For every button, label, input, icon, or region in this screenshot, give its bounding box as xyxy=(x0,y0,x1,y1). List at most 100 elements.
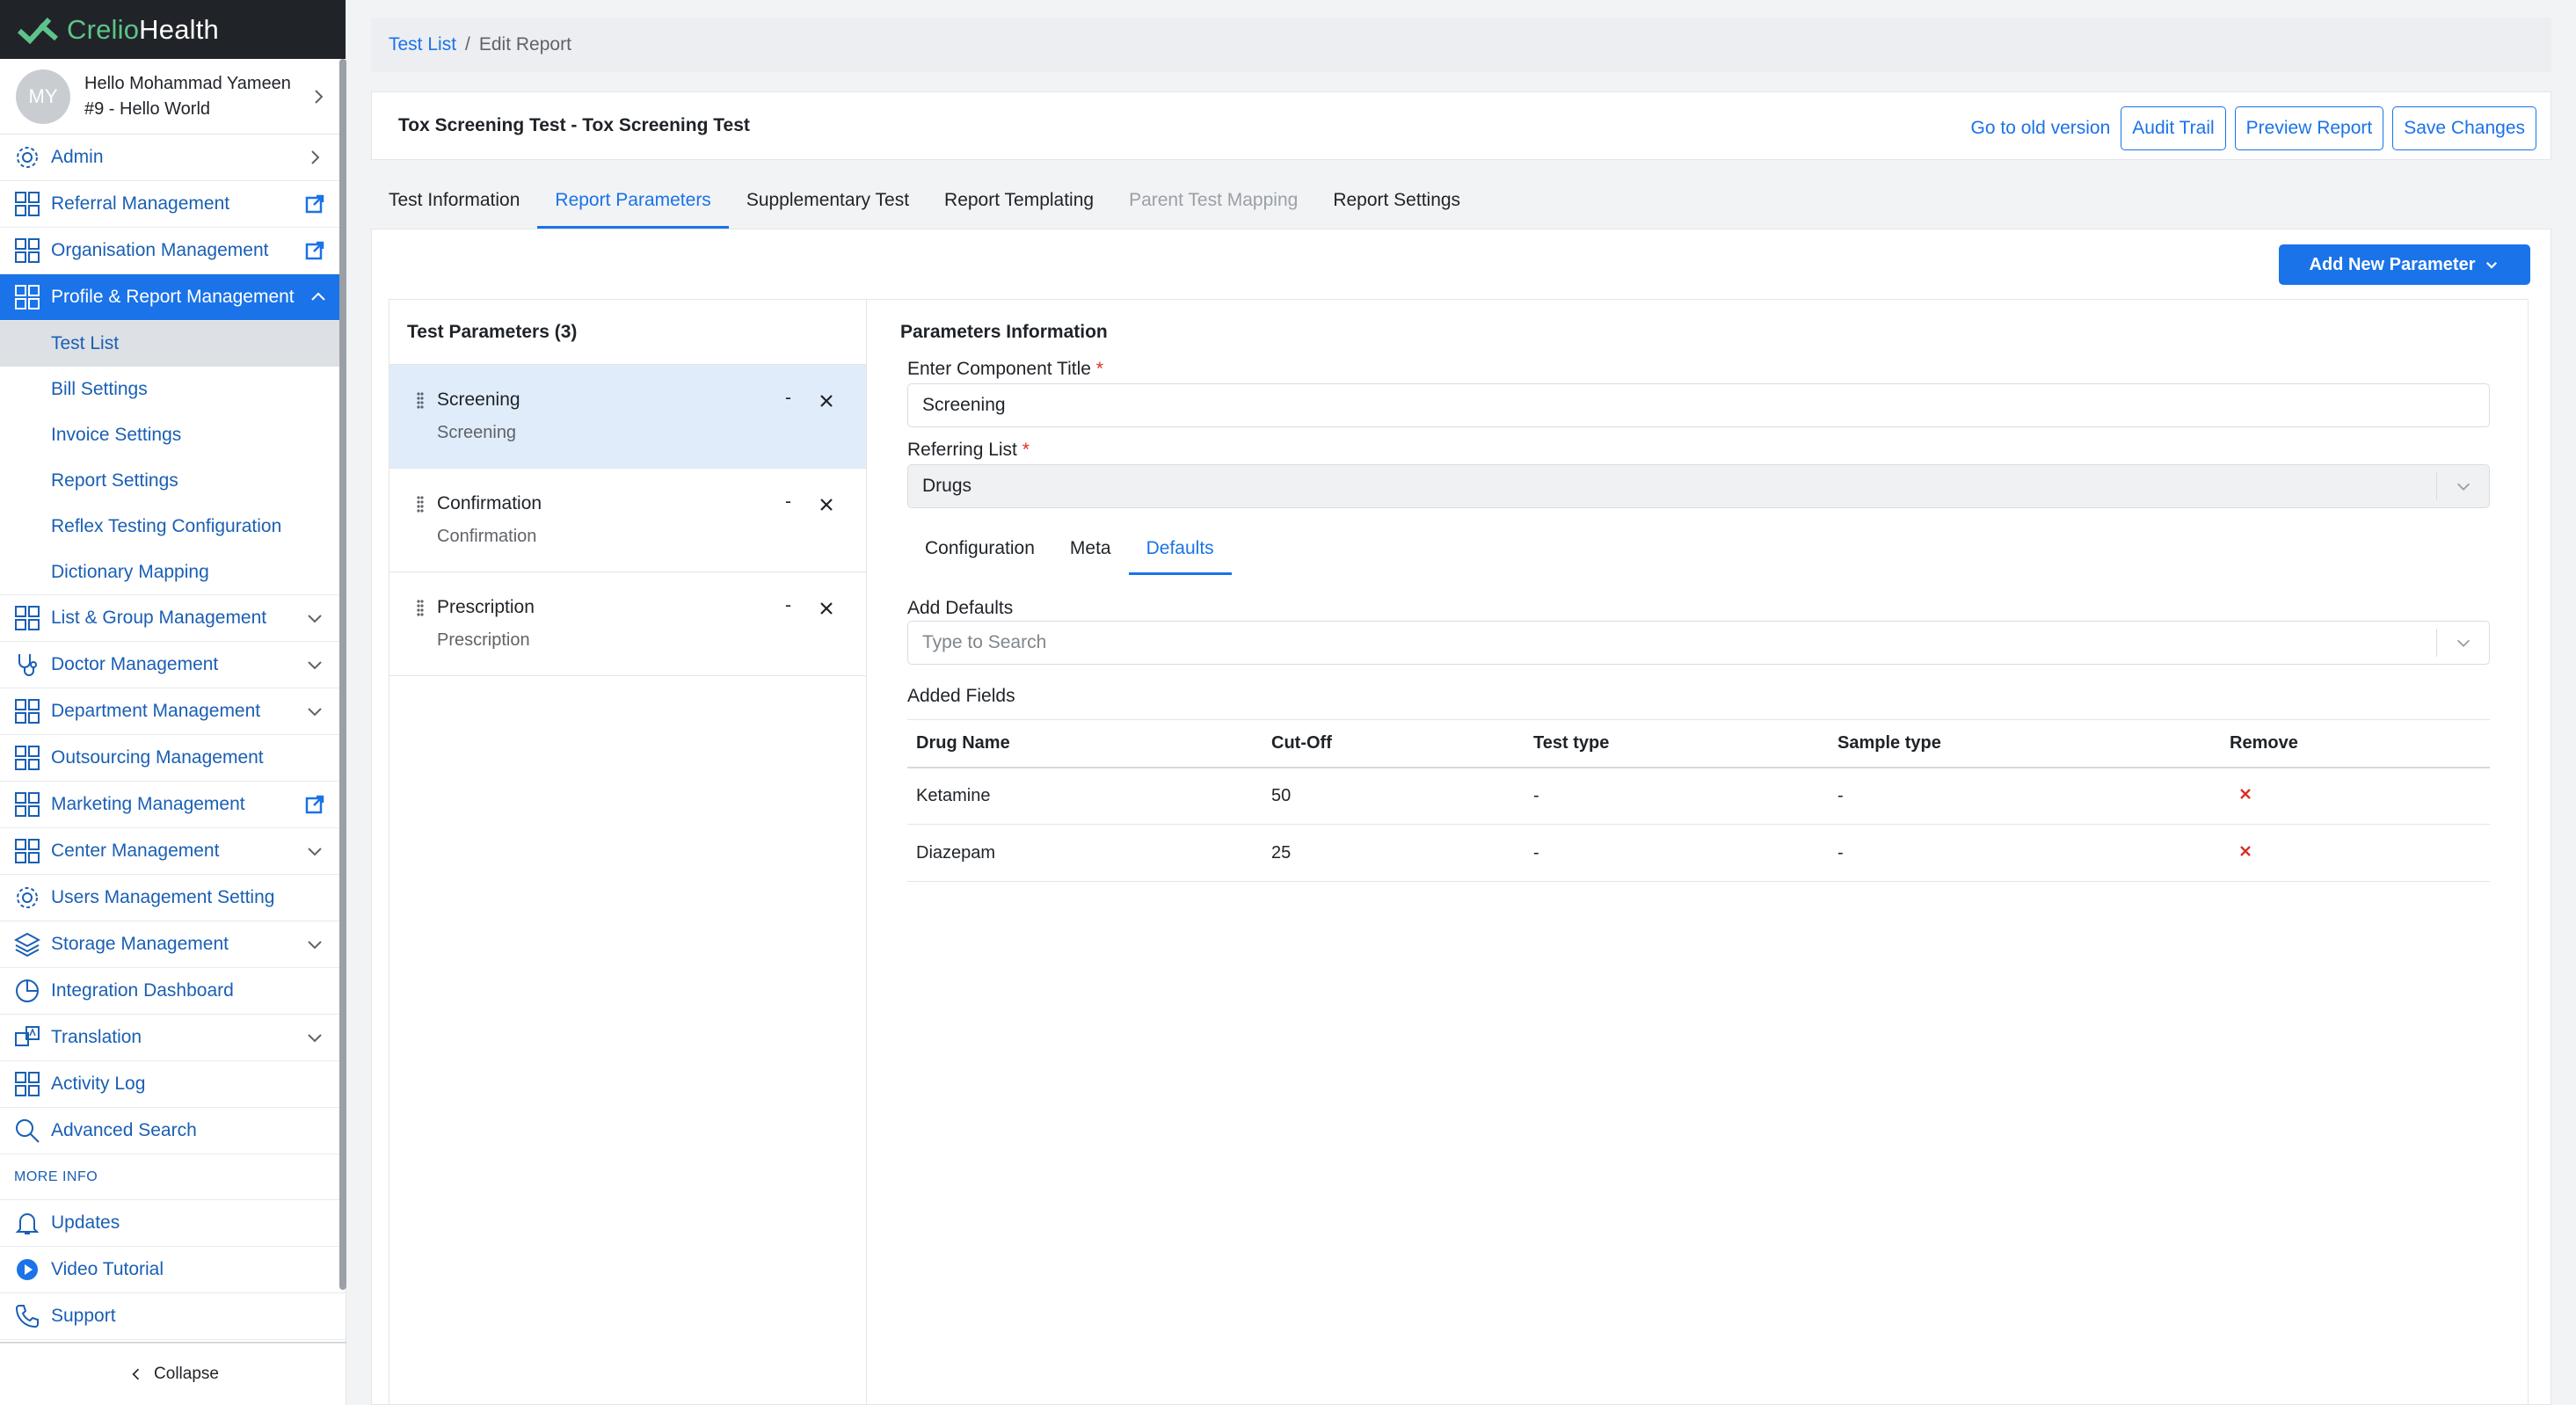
parameter-item[interactable]: Confirmation Confirmation - xyxy=(389,469,866,572)
parameter-subtabs: Configuration Meta Defaults xyxy=(907,528,1232,575)
sidebar-item-referral[interactable]: Referral Management xyxy=(0,181,346,228)
dropdown-toggle[interactable] xyxy=(2436,472,2489,500)
sidebar-item-admin[interactable]: Admin xyxy=(0,135,346,181)
user-profile[interactable]: MY Hello Mohammad Yameen #9 - Hello Worl… xyxy=(0,59,346,135)
old-version-link[interactable]: Go to old version xyxy=(1971,118,2111,139)
cell-cut-off: 50 xyxy=(1263,767,1524,825)
cell-drug-name: Ketamine xyxy=(907,767,1263,825)
remove-parameter-icon[interactable] xyxy=(819,497,834,513)
collapse-button[interactable]: Collapse xyxy=(0,1342,346,1405)
sidebar-item-advanced-search[interactable]: Advanced Search xyxy=(0,1108,346,1154)
sidebar-item-label: Profile & Report Management xyxy=(51,287,295,307)
sidebar-item-profile-report[interactable]: Profile & Report Management xyxy=(0,274,346,321)
sidebar-item-label: Users Management Setting xyxy=(51,887,275,907)
sidebar-item-marketing[interactable]: Marketing Management xyxy=(0,782,346,828)
sidebar-item-users-setting[interactable]: Users Management Setting xyxy=(0,875,346,921)
stethoscope-icon xyxy=(18,654,37,676)
search-icon xyxy=(16,1119,40,1143)
collapse-parameter-button[interactable]: - xyxy=(785,491,791,513)
collapse-parameter-button[interactable]: - xyxy=(785,388,791,409)
remove-parameter-icon[interactable] xyxy=(819,393,834,409)
collapse-parameter-button[interactable]: - xyxy=(785,595,791,616)
breadcrumb-link-test-list[interactable]: Test List xyxy=(389,34,456,55)
save-changes-button[interactable]: Save Changes xyxy=(2392,106,2536,150)
tab-configuration[interactable]: Configuration xyxy=(907,528,1052,575)
pie-chart-icon xyxy=(16,979,39,1002)
drag-handle-icon[interactable] xyxy=(416,495,425,514)
sidebar-sub-reflex-testing[interactable]: Reflex Testing Configuration xyxy=(0,504,346,550)
sidebar-item-video-tutorial[interactable]: Video Tutorial xyxy=(0,1247,346,1293)
add-new-parameter-button[interactable]: Add New Parameter xyxy=(2279,244,2530,285)
grid-icon xyxy=(15,839,40,863)
sidebar-item-updates[interactable]: Updates xyxy=(0,1200,346,1247)
tab-test-information[interactable]: Test Information xyxy=(371,181,537,229)
sidebar-item-translation[interactable]: Translation xyxy=(0,1015,346,1061)
defaults-search-input[interactable]: Type to Search xyxy=(907,621,2490,665)
chevron-down-icon xyxy=(2456,483,2470,491)
drag-handle-icon[interactable] xyxy=(416,391,425,411)
sidebar-item-list-group[interactable]: List & Group Management xyxy=(0,595,346,642)
col-sample-type: Sample type xyxy=(1829,719,2221,768)
search-placeholder: Type to Search xyxy=(922,632,1047,652)
breadcrumb-separator: / xyxy=(465,34,470,55)
sidebar-item-storage[interactable]: Storage Management xyxy=(0,921,346,968)
sidebar-sub-invoice-settings[interactable]: Invoice Settings xyxy=(0,412,346,458)
sidebar-item-label: Video Tutorial xyxy=(51,1259,164,1279)
sidebar-item-label: List & Group Management xyxy=(51,608,267,628)
tab-report-parameters[interactable]: Report Parameters xyxy=(537,181,729,229)
audit-trail-button[interactable]: Audit Trail xyxy=(2121,106,2226,150)
grid-icon xyxy=(15,606,40,630)
preview-report-button[interactable]: Preview Report xyxy=(2234,106,2384,150)
sidebar-item-label: Doctor Management xyxy=(51,654,219,674)
bell-icon xyxy=(15,1213,40,1234)
tab-defaults[interactable]: Defaults xyxy=(1128,528,1232,575)
sidebar-item-label: Translation xyxy=(51,1027,142,1047)
sidebar-item-department[interactable]: Department Management xyxy=(0,688,346,735)
page-title: Tox Screening Test - Tox Screening Test xyxy=(398,115,750,135)
referring-list-select[interactable]: Drugs xyxy=(907,464,2490,508)
sidebar-item-center[interactable]: Center Management xyxy=(0,828,346,875)
col-cut-off: Cut-Off xyxy=(1263,719,1524,768)
external-link-icon xyxy=(305,194,324,214)
sidebar-scrollbar[interactable] xyxy=(339,59,346,1290)
breadcrumb: Test List / Edit Report xyxy=(371,18,2551,72)
tab-report-templating[interactable]: Report Templating xyxy=(927,181,1111,229)
sidebar-item-label: Outsourcing Management xyxy=(51,747,264,768)
remove-icon[interactable] xyxy=(2238,787,2252,801)
dropdown-toggle[interactable] xyxy=(2436,629,2489,657)
sidebar-item-organisation[interactable]: Organisation Management xyxy=(0,228,346,274)
remove-parameter-icon[interactable] xyxy=(819,601,834,616)
sidebar: CrelioHealth MY Hello Mohammad Yameen #9… xyxy=(0,0,346,1405)
external-link-icon xyxy=(305,795,324,814)
sidebar-sub-bill-settings[interactable]: Bill Settings xyxy=(0,367,346,412)
parameter-item[interactable]: Screening Screening - xyxy=(389,365,866,469)
drag-handle-icon[interactable] xyxy=(416,599,425,618)
cell-drug-name: Diazepam xyxy=(907,824,1263,882)
parameter-name: Prescription xyxy=(437,597,535,617)
sidebar-item-activity-log[interactable]: Activity Log xyxy=(0,1061,346,1108)
grid-icon xyxy=(15,1072,40,1096)
sidebar-sub-test-list[interactable]: Test List xyxy=(0,321,346,367)
tab-supplementary-test[interactable]: Supplementary Test xyxy=(729,181,927,229)
sidebar-sub-dictionary-mapping[interactable]: Dictionary Mapping xyxy=(0,550,346,595)
chevron-left-icon xyxy=(132,1368,140,1380)
parameter-item[interactable]: Prescription Prescription - xyxy=(389,572,866,676)
chevron-right-icon xyxy=(311,150,320,164)
sidebar-item-integration[interactable]: Integration Dashboard xyxy=(0,968,346,1015)
grid-icon xyxy=(15,699,40,724)
tab-parent-test-mapping: Parent Test Mapping xyxy=(1129,190,1299,210)
sidebar-item-outsourcing[interactable]: Outsourcing Management xyxy=(0,735,346,782)
sidebar-item-doctor[interactable]: Doctor Management xyxy=(0,642,346,688)
tab-report-settings[interactable]: Report Settings xyxy=(1315,181,1478,229)
more-info-heading: MORE INFO xyxy=(0,1154,346,1200)
remove-icon[interactable] xyxy=(2238,844,2252,858)
tab-meta[interactable]: Meta xyxy=(1052,528,1129,575)
breadcrumb-current: Edit Report xyxy=(478,34,571,55)
parameter-name: Screening xyxy=(437,389,520,410)
component-title-input[interactable]: Screening xyxy=(907,383,2490,427)
test-parameters-panel: Test Parameters (3) Screening Screening … xyxy=(389,299,867,1405)
required-mark: * xyxy=(1095,359,1103,379)
sidebar-sub-report-settings[interactable]: Report Settings xyxy=(0,458,346,504)
sidebar-item-support[interactable]: Support xyxy=(0,1293,346,1340)
chevron-right-icon xyxy=(315,89,324,104)
